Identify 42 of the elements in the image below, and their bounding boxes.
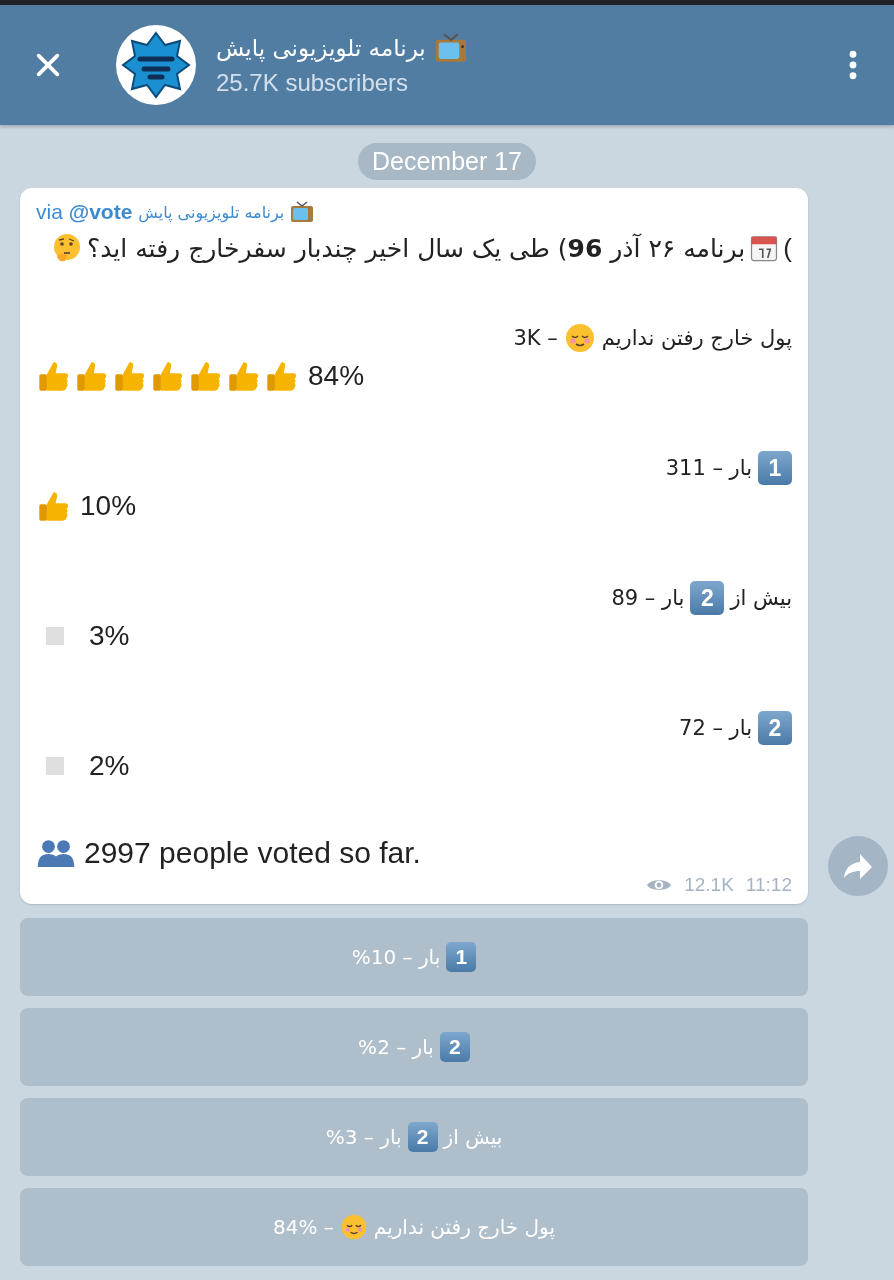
button-label: بار – 3% [325,1125,402,1149]
view-count: 12.1K [684,874,734,896]
tv-icon [290,201,315,223]
option-label: پول خارج رفتن نداریم [601,325,792,353]
number-keycap: 1 [758,451,792,485]
option-label: بار – 311 [665,455,752,482]
button-label: پول خارج رفتن نداریم [373,1215,555,1239]
calendar-icon [749,233,780,263]
message-time: 11:12 [745,874,792,896]
button-label: بار – 10% [351,945,441,969]
channel-title: برنامه تلویزیونی پایش [216,35,426,61]
number-keycap: 1 [446,942,477,972]
via-bot-link[interactable]: via @vote [36,200,133,224]
number-keycap: 2 [439,1032,470,1062]
channel-avatar[interactable] [116,25,196,105]
number-keycap: 2 [407,1122,438,1152]
vote-percent: 84% [308,359,365,393]
vote-percent: 3% [89,619,130,653]
smiling-face-icon [339,1213,368,1241]
button-label: بیش از [443,1125,503,1149]
smiling-face-icon [563,322,596,354]
button-label: بار – 2% [358,1035,434,1059]
subscriber-count: 25.7K subscribers [216,69,410,97]
option-label: بیش از [730,585,792,612]
channel-name[interactable]: برنامه تلویزیونی پایش [138,202,285,222]
number-keycap: 2 [758,711,792,745]
date-pill: December 17 [357,143,537,180]
square-icon [46,627,64,645]
option-label: – 3K [513,325,558,352]
vote-percent: 2% [89,749,130,783]
number-keycap: 2 [690,581,725,615]
menu-icon[interactable] [848,50,858,80]
vote-total: 2997 people voted so far. [84,836,421,870]
square-icon [46,757,64,775]
option-label: بار – 72 [679,715,752,742]
close-icon[interactable] [34,51,62,79]
question-paren: ( [783,232,792,264]
people-icon [36,838,76,868]
vote-percent: 10% [80,489,137,523]
tv-icon [433,33,468,63]
option-label: بار – 89 [611,585,685,612]
button-label: – 84% [273,1215,334,1239]
